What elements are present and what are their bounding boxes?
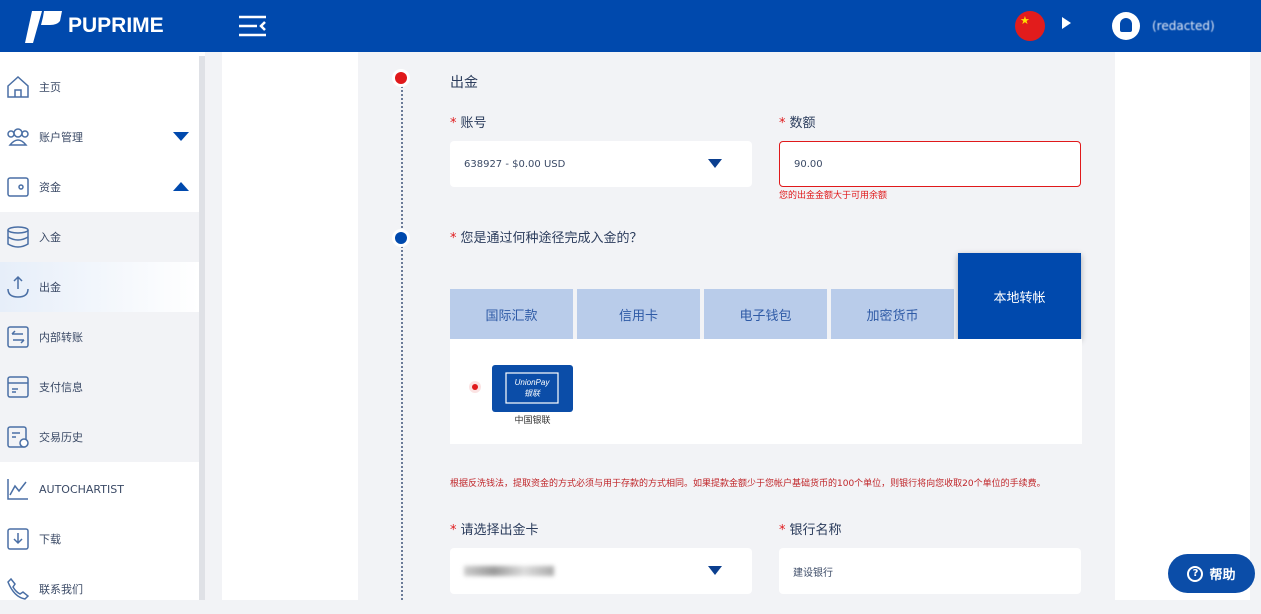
menu-collapse-icon[interactable] (239, 15, 267, 41)
step-dot (392, 229, 410, 247)
sidebar-label: 下载 (39, 533, 61, 546)
card-select[interactable] (450, 548, 752, 594)
username[interactable]: (redacted) (1152, 17, 1244, 35)
chart-icon (5, 476, 31, 502)
sidebar-item-trade-history[interactable]: 交易历史 (0, 412, 199, 462)
sidebar: 主页 账户管理 资金 入金 出金 内部转账 支付信息 交易历史 AUTOCHAR… (0, 52, 205, 600)
sidebar-label: 内部转账 (39, 331, 83, 344)
sidebar-scrollbar[interactable] (199, 56, 205, 600)
tab-e-wallet[interactable]: 电子钱包 (704, 289, 827, 339)
card-value-redacted (464, 566, 554, 576)
users-icon (5, 124, 31, 150)
question-icon: ? (1187, 565, 1204, 582)
sidebar-label: AUTOCHARTIST (39, 482, 124, 496)
sidebar-label: 账户管理 (39, 131, 83, 144)
account-select[interactable]: 638927 - $0.00 USD (450, 141, 752, 187)
language-flag-icon[interactable]: ★ (1015, 11, 1045, 41)
tab-crypto[interactable]: 加密货币 (831, 289, 954, 339)
help-label: 帮助 (1209, 568, 1236, 583)
tab-international-transfer[interactable]: 国际汇款 (450, 289, 573, 339)
coins-icon (5, 224, 31, 250)
bank-name-input[interactable]: 建设银行 (779, 548, 1081, 594)
home-icon (5, 74, 31, 100)
sidebar-item-account-management[interactable]: 账户管理 (0, 112, 199, 162)
account-label: * 账号 (450, 116, 487, 131)
chevron-down-icon (708, 566, 722, 575)
sidebar-label: 资金 (39, 181, 61, 194)
chevron-down-icon[interactable] (173, 132, 189, 141)
tab-local-transfer[interactable]: 本地转帐 (958, 253, 1081, 339)
svg-text:UnionPay: UnionPay (515, 378, 551, 387)
transfer-icon (5, 324, 31, 350)
sidebar-label: 主页 (39, 81, 61, 94)
aml-notice: 根据反洗钱法，提取资金的方式必须与用于存款的方式相同。如果提款金额少于您帐户基础… (450, 479, 1046, 489)
language-arrow-icon[interactable] (1062, 17, 1071, 29)
card-label: * 请选择出金卡 (450, 523, 539, 538)
sidebar-label: 联系我们 (39, 583, 83, 596)
sidebar-item-deposit[interactable]: 入金 (0, 212, 199, 262)
svg-text:银联: 银联 (524, 389, 541, 398)
avatar[interactable] (1112, 12, 1140, 40)
unionpay-logo[interactable]: UnionPay 银联 (492, 365, 573, 412)
bank-name-label: * 银行名称 (779, 523, 842, 538)
sidebar-label: 入金 (39, 231, 61, 244)
puprime-logo-icon (25, 11, 62, 43)
content-margin-right (1115, 52, 1250, 600)
method-question: * 您是通过何种途径完成入金的？ (450, 231, 643, 246)
tab-credit-card[interactable]: 信用卡 (577, 289, 700, 339)
unionpay-radio[interactable] (472, 384, 478, 390)
unionpay-label: 中国银联 (514, 416, 551, 426)
content-margin-left (222, 52, 358, 600)
brand-logo[interactable]: PUPRIME (24, 7, 164, 45)
sidebar-label: 交易历史 (39, 431, 83, 444)
chevron-up-icon[interactable] (173, 182, 189, 191)
sidebar-item-autochartist[interactable]: AUTOCHARTIST (0, 464, 199, 514)
timeline-line (401, 86, 403, 600)
sidebar-item-internal-transfer[interactable]: 内部转账 (0, 312, 199, 362)
amount-label: * 数额 (779, 116, 816, 131)
amount-error: 您的出金金额大于可用余额 (779, 191, 888, 201)
chevron-down-icon (708, 159, 722, 168)
step-dot-active (392, 69, 410, 87)
sidebar-item-funds[interactable]: 资金 (0, 162, 199, 212)
sidebar-item-download[interactable]: 下载 (0, 514, 199, 564)
sidebar-label: 支付信息 (39, 381, 83, 394)
upload-icon (5, 274, 31, 300)
card-icon (5, 374, 31, 400)
sidebar-item-withdraw[interactable]: 出金 (0, 262, 199, 312)
wallet-icon (5, 174, 31, 200)
history-icon (5, 424, 31, 450)
phone-icon (5, 576, 31, 602)
amount-input[interactable]: 90.00 (779, 141, 1081, 187)
sidebar-item-home[interactable]: 主页 (0, 62, 199, 112)
top-header: PUPRIME ★ (redacted) (0, 0, 1261, 52)
help-button[interactable]: ? 帮助 (1168, 554, 1255, 593)
sidebar-item-contact-us[interactable]: 联系我们 (0, 564, 199, 614)
brand-name: PUPRIME (68, 14, 164, 37)
section-title: 出金 (450, 75, 478, 91)
download-icon (5, 526, 31, 552)
sidebar-label: 出金 (39, 281, 61, 294)
sidebar-item-payment-info[interactable]: 支付信息 (0, 362, 199, 412)
